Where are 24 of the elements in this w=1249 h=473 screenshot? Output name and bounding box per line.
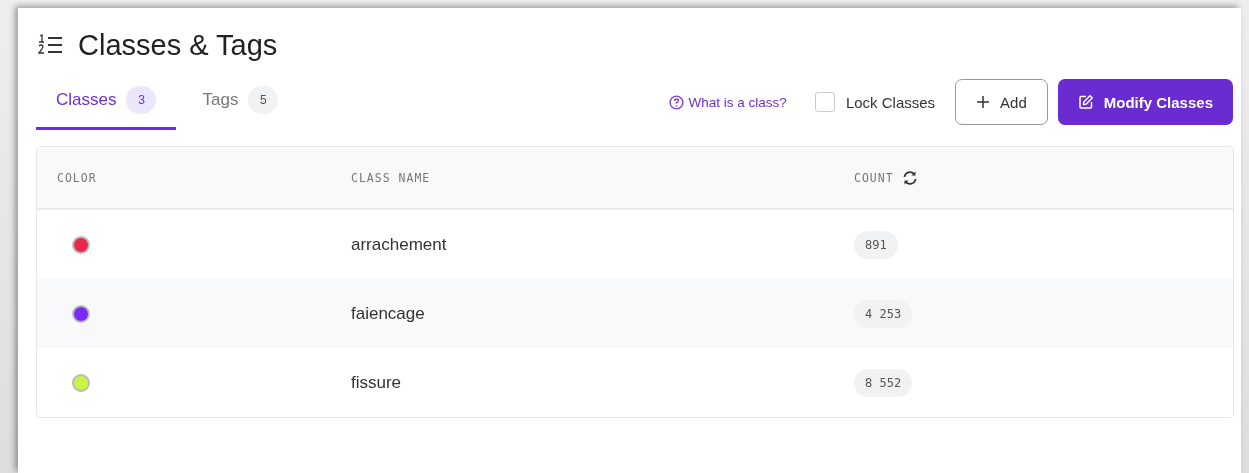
tab[interactable]: Classes 3 xyxy=(36,74,177,130)
add-button[interactable]: Add xyxy=(955,79,1048,125)
help-icon xyxy=(668,94,684,110)
count-badge: 3 xyxy=(126,86,157,114)
class-name: faiencage xyxy=(351,303,425,324)
column-header: CLASS NAME xyxy=(351,170,431,185)
count-badge: 891 xyxy=(854,230,898,259)
modify-button[interactable]: Modify Classes xyxy=(1057,79,1233,125)
tab[interactable]: Tags 5 xyxy=(182,74,299,130)
refresh-icon[interactable] xyxy=(901,169,918,186)
count-badge: 8 552 xyxy=(854,368,913,397)
edit-icon xyxy=(1077,94,1094,110)
page-title: Classes & Tags xyxy=(78,28,278,62)
count-badge: 4 253 xyxy=(854,299,913,328)
plus-icon xyxy=(976,95,991,109)
column-header: COLOR xyxy=(57,170,97,185)
class-name: fissure xyxy=(351,372,402,393)
help-link[interactable]: What is a class? xyxy=(668,94,787,110)
class-name: arrachement xyxy=(351,234,447,255)
checkbox[interactable] xyxy=(814,92,835,112)
count-badge: 5 xyxy=(248,86,279,114)
column-header: COUNT xyxy=(854,170,894,185)
numbered-list-icon xyxy=(38,34,64,56)
checkbox-label: Lock Classes xyxy=(845,93,936,111)
